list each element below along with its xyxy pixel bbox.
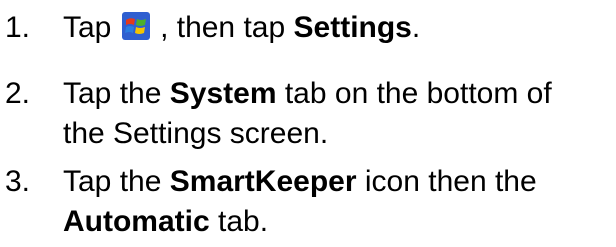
- step-text-part: Tap the: [63, 77, 162, 110]
- step-text: Tap the System tab on the bottom of the S…: [63, 74, 616, 154]
- step-text-part: Tap: [63, 11, 112, 44]
- windows-start-icon: [121, 12, 150, 40]
- smartkeeper-keyword: SmartKeeper: [169, 165, 357, 198]
- step-text-line2: the Settings screen.: [63, 117, 329, 150]
- step-text-part: icon then the: [364, 165, 537, 198]
- settings-keyword: Settings: [293, 11, 412, 44]
- step-text-part: .: [411, 11, 421, 44]
- step-number: 2.: [5, 77, 31, 110]
- step-number: 3.: [5, 165, 31, 198]
- step-text-part: tab.: [218, 205, 269, 238]
- step-text-part: Tap the: [63, 165, 162, 198]
- step-text-line2: Automatic tab.: [63, 202, 616, 242]
- step-text-part: , then tap: [160, 11, 286, 44]
- step-text-part: tab on the bottom of: [284, 77, 552, 110]
- step-text: Tap the SmartKeeper icon then the Automat…: [63, 162, 616, 242]
- step-text: Tap , then tap Settings.: [63, 8, 616, 48]
- step-number: 1.: [5, 11, 31, 44]
- automatic-keyword: Automatic: [63, 205, 210, 238]
- system-keyword: System: [169, 77, 277, 110]
